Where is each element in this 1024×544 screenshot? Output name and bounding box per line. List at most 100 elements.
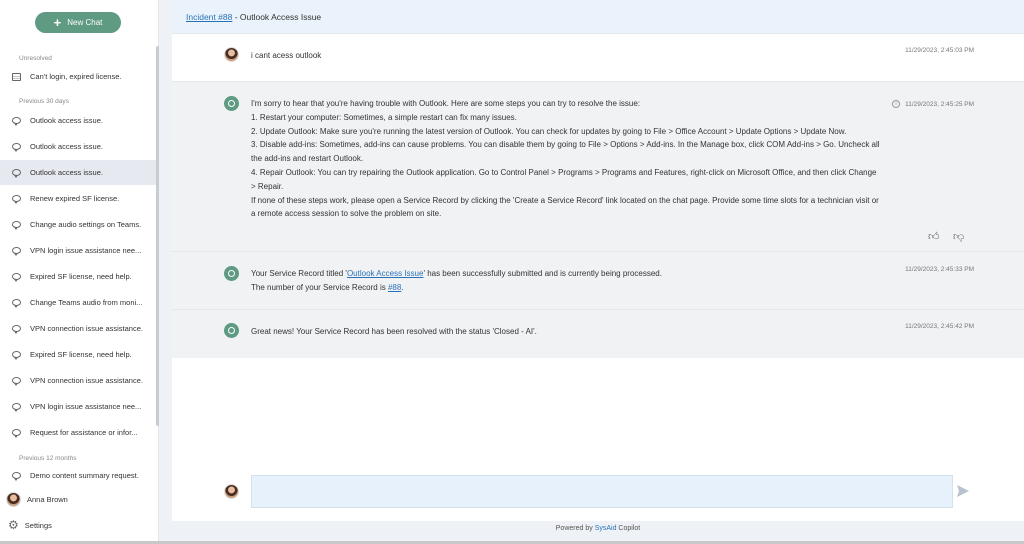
footer-brand: SysAid <box>594 525 617 532</box>
chat-bubble-icon <box>12 403 21 412</box>
document-icon <box>12 72 21 81</box>
new-chat-label: New Chat <box>67 18 103 27</box>
incident-link[interactable]: Incident #88 <box>186 12 232 22</box>
chat-item[interactable]: Change Teams audio from moni... <box>0 290 156 315</box>
chat-panel: Incident #88 - Outlook Access Issue i ca… <box>172 0 1024 521</box>
chat-bubble-icon <box>12 429 21 438</box>
chat-item-label: Can't login, expired license. <box>30 72 122 81</box>
message-line: 3. Disable add-ins: Sometimes, add-ins c… <box>251 140 880 164</box>
footer: Powered by SysAid Copilot <box>172 525 1024 532</box>
footer-prefix: Powered by <box>555 525 595 532</box>
timestamp-text: 11/29/2023, 2:45:03 PM <box>905 47 974 54</box>
chat-item-label: VPN login issue assistance nee... <box>30 402 142 411</box>
chat-bubble-icon <box>12 325 21 334</box>
timestamp-text: 11/29/2023, 2:45:25 PM <box>905 100 974 108</box>
user-profile[interactable]: Anna Brown <box>6 492 68 507</box>
chat-bubble-icon <box>12 273 21 282</box>
chat-item[interactable]: VPN connection issue assistance. <box>0 368 156 393</box>
chat-item-label: VPN connection issue assistance. <box>30 376 143 385</box>
chat-item-label: Renew expired SF license. <box>30 194 120 203</box>
chat-item[interactable]: VPN login issue assistance nee... <box>0 394 156 419</box>
bot-message: I'm sorry to hear that you're having tro… <box>172 82 1024 252</box>
section-label-previous-30-days: Previous 30 days <box>19 98 69 105</box>
message-timestamp: 11/29/2023, 2:45:33 PM <box>905 266 974 273</box>
chat-item-label: VPN login issue assistance nee... <box>30 246 142 255</box>
chat-item[interactable]: Outlook access issue. <box>0 108 156 133</box>
composer-avatar <box>224 484 239 499</box>
chat-item-label: Change audio settings on Teams. <box>30 220 142 229</box>
chat-item-active[interactable]: Outlook access issue. <box>0 160 156 185</box>
gear-icon: ⚙ <box>8 518 19 532</box>
sidebar: + New Chat Unresolved Can't login, expir… <box>0 0 159 544</box>
chat-item-label: Request for assistance or infor... <box>30 428 138 437</box>
user-message: i cant acess outlook 11/29/2023, 2:45:03… <box>172 34 1024 82</box>
text-segment: Your Service Record titled ' <box>251 269 347 278</box>
message-line: If none of these steps work, please open… <box>251 195 879 219</box>
thumbs-up-icon[interactable]: 👍︎ <box>928 230 940 243</box>
service-record-number-link[interactable]: #88 <box>388 283 401 292</box>
settings-button[interactable]: ⚙ Settings <box>8 519 52 531</box>
timestamp-text: 11/29/2023, 2:45:42 PM <box>905 323 974 330</box>
chat-item[interactable]: Demo content summary request. <box>0 463 156 488</box>
message-text: Your Service Record titled 'Outlook Acce… <box>251 267 881 295</box>
chat-item[interactable]: VPN connection issue assistance. <box>0 316 156 341</box>
chat-item-label: Outlook access issue. <box>30 168 103 177</box>
bot-message: Your Service Record titled 'Outlook Acce… <box>172 252 1024 310</box>
service-record-title-link[interactable]: Outlook Access Issue <box>347 269 423 278</box>
chat-bubble-icon <box>12 247 21 256</box>
user-avatar <box>224 47 239 62</box>
plus-icon: + <box>53 15 62 30</box>
text-segment: ' has been successfully submitted and is… <box>423 269 662 278</box>
user-avatar <box>6 492 21 507</box>
chat-item-label: Expired SF license, need help. <box>30 350 132 359</box>
chat-bubble-icon <box>12 299 21 308</box>
chat-item[interactable]: Request for assistance or infor... <box>0 420 156 445</box>
chat-item-unresolved[interactable]: Can't login, expired license. <box>0 64 156 89</box>
chat-bubble-icon <box>12 221 21 230</box>
chat-item[interactable]: Renew expired SF license. <box>0 186 156 211</box>
chat-item[interactable]: Expired SF license, need help. <box>0 342 156 367</box>
chat-item-label: Demo content summary request. <box>30 471 139 480</box>
info-icon[interactable]: i <box>892 100 901 108</box>
chat-item-label: VPN connection issue assistance. <box>30 324 143 333</box>
message-line: 4. Repair Outlook: You can try repairing… <box>251 167 877 191</box>
bot-message: Great news! Your Service Record has been… <box>172 310 1024 358</box>
message-timestamp: 11/29/2023, 2:45:03 PM <box>905 47 974 54</box>
section-label-unresolved: Unresolved <box>19 55 52 62</box>
chat-bubble-icon <box>12 472 21 481</box>
bot-icon <box>224 323 239 338</box>
chat-title: - Outlook Access Issue <box>232 11 322 22</box>
footer-suffix: Copilot <box>616 525 641 532</box>
chat-header: Incident #88 - Outlook Access Issue <box>172 0 1024 34</box>
chat-item-label: Outlook access issue. <box>30 142 103 151</box>
thumbs-down-icon[interactable]: 👎︎ <box>953 230 964 243</box>
message-text: Great news! Your Service Record has been… <box>251 327 537 336</box>
text-segment: . <box>401 282 404 292</box>
bot-icon <box>224 266 239 281</box>
settings-label: Settings <box>24 520 52 530</box>
message-text: I'm sorry to hear that you're having tro… <box>251 97 881 221</box>
chat-bubble-icon <box>12 195 21 204</box>
new-chat-button[interactable]: + New Chat <box>35 12 121 33</box>
text-segment: The number of your Service Record is <box>251 282 388 292</box>
message-line: I'm sorry to hear that you're having tro… <box>251 99 641 108</box>
chat-item[interactable]: Change audio settings on Teams. <box>0 212 156 237</box>
bot-icon <box>224 96 239 111</box>
message-timestamp: i 11/29/2023, 2:45:25 PM <box>892 100 974 108</box>
timestamp-text: 11/29/2023, 2:45:33 PM <box>905 266 974 273</box>
sidebar-scrollbar[interactable] <box>156 46 159 426</box>
message-line: 2. Update Outlook: Make sure you're runn… <box>251 126 847 136</box>
chat-item[interactable]: Expired SF license, need help. <box>0 264 156 289</box>
chat-item[interactable]: Outlook access issue. <box>0 134 156 159</box>
chat-item-label: Outlook access issue. <box>30 116 103 125</box>
chat-item-label: Change Teams audio from moni... <box>30 298 143 307</box>
message-line: 1. Restart your computer: Sometimes, a s… <box>251 112 517 122</box>
chat-item[interactable]: VPN login issue assistance nee... <box>0 238 156 263</box>
chat-bubble-icon <box>12 117 21 126</box>
message-timestamp: 11/29/2023, 2:45:42 PM <box>905 323 974 330</box>
send-icon[interactable] <box>956 484 970 498</box>
message-text: i cant acess outlook <box>251 51 322 60</box>
chat-bubble-icon <box>12 169 21 178</box>
chat-bubble-icon <box>12 351 21 360</box>
message-input[interactable] <box>251 475 953 508</box>
